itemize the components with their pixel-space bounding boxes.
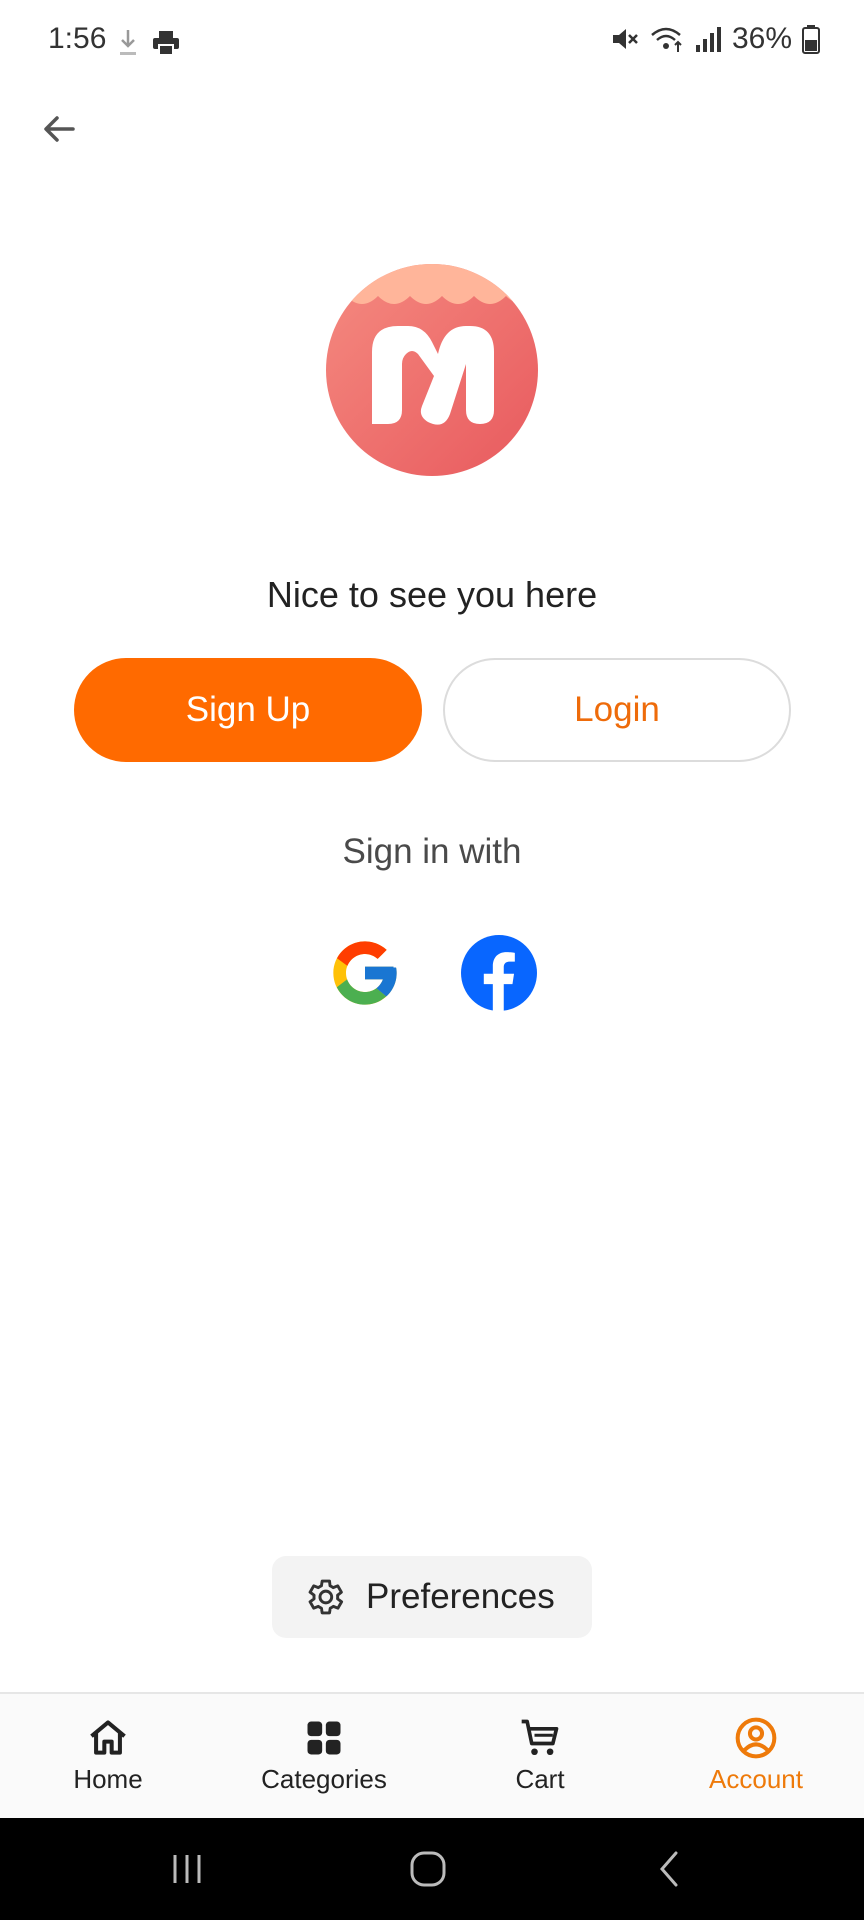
battery-percent: 36%: [731, 22, 792, 55]
nav-categories[interactable]: Categories: [216, 1694, 432, 1818]
facebook-icon: [461, 935, 537, 1011]
printer-icon: [153, 31, 179, 56]
status-bar: 1:56 36%: [0, 0, 864, 88]
bottom-navigation: Home Categories Cart Account: [0, 1692, 864, 1818]
recent-apps-button[interactable]: [157, 1844, 217, 1894]
sign-in-with-label: Sign in with: [342, 832, 522, 871]
download-icon: [120, 30, 136, 55]
home-circle-icon: [410, 1851, 446, 1887]
battery-icon: [802, 25, 820, 54]
gear-icon: [308, 1579, 344, 1615]
wifi-icon: [651, 27, 682, 52]
status-time: 1:56: [48, 22, 107, 55]
nav-home[interactable]: Home: [0, 1694, 216, 1818]
back-system-button[interactable]: [640, 1844, 700, 1894]
preferences-label: Preferences: [366, 1577, 555, 1616]
account-icon: [735, 1717, 777, 1759]
facebook-sign-in-button[interactable]: [461, 935, 537, 1011]
back-button[interactable]: [30, 100, 88, 158]
google-icon: [333, 941, 397, 1005]
recent-apps-icon: [173, 1855, 201, 1883]
nav-home-label: Home: [73, 1764, 143, 1794]
grid-icon: [307, 1721, 341, 1755]
home-icon: [90, 1720, 126, 1755]
nav-account[interactable]: Account: [648, 1694, 864, 1818]
google-sign-in-button[interactable]: [327, 935, 403, 1011]
mute-icon: [612, 29, 638, 49]
preferences-button[interactable]: Preferences: [272, 1556, 592, 1638]
system-navigation-bar: [0, 1818, 864, 1920]
login-button[interactable]: Login: [443, 658, 791, 762]
home-system-button[interactable]: [398, 1844, 458, 1894]
cart-icon: [521, 1719, 559, 1756]
chevron-left-icon: [660, 1851, 678, 1887]
greeting-text: Nice to see you here: [266, 574, 598, 615]
nav-account-label: Account: [709, 1764, 803, 1794]
nav-categories-label: Categories: [261, 1764, 387, 1794]
sign-up-button[interactable]: Sign Up: [74, 658, 422, 762]
signal-icon: [695, 27, 721, 52]
nav-cart[interactable]: Cart: [432, 1694, 648, 1818]
nav-cart-label: Cart: [515, 1764, 565, 1794]
app-logo: [326, 264, 538, 476]
arrow-left-icon: [44, 116, 75, 142]
